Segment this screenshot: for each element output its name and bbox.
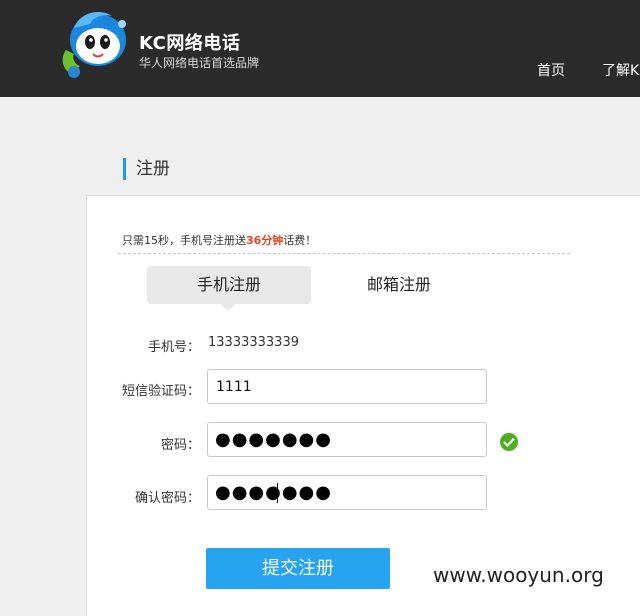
nav-about[interactable]: 了解K — [602, 60, 639, 80]
confirm-password-input[interactable]: ●●●●●●● — [207, 475, 487, 510]
sms-code-input[interactable]: 1111 — [207, 369, 487, 404]
password-label: 密码： — [160, 438, 200, 453]
confirm-password-mask: ●●●●●●● — [215, 482, 332, 503]
nav-home[interactable]: 首页 — [537, 60, 565, 80]
page-title: 注册 — [123, 158, 170, 180]
kc-mascot-logo[interactable] — [56, 8, 132, 84]
confirm-password-label: 确认密码： — [134, 491, 200, 506]
phone-label: 手机号： — [147, 340, 200, 355]
promo-text: 只需15秒，手机号注册送36分钟话费！ — [122, 232, 316, 248]
tab-phone-label: 手机注册 — [196, 275, 261, 294]
tab-email-label: 邮箱注册 — [366, 275, 431, 294]
phone-value: 13333333339 — [208, 335, 299, 350]
tab-phone-register[interactable]: 手机注册 — [147, 266, 311, 311]
sms-code-label: 短信验证码： — [121, 384, 200, 399]
check-icon — [500, 433, 518, 451]
text-caret — [277, 483, 278, 503]
promo-suffix: 话费！ — [283, 234, 317, 247]
brand-subtitle: 华人网络电话首选品牌 — [139, 56, 260, 70]
site-header: KC网络电话 华人网络电话首选品牌 首页 了解K — [0, 0, 640, 97]
submit-register-button[interactable]: 提交注册 — [206, 548, 390, 589]
sms-code-value: 1111 — [216, 379, 252, 395]
promo-highlight: 36分钟 — [246, 234, 284, 247]
watermark: www.wooyun.org — [433, 563, 604, 587]
brand-title: KC网络电话 — [139, 33, 241, 54]
password-input[interactable]: ●●●●●●● — [207, 422, 487, 457]
promo-prefix: 只需15秒，手机号注册送 — [122, 234, 246, 247]
divider — [118, 253, 570, 254]
password-mask: ●●●●●●● — [215, 429, 332, 450]
tab-email-register[interactable]: 邮箱注册 — [320, 266, 478, 304]
tab-active-indicator — [221, 304, 235, 311]
